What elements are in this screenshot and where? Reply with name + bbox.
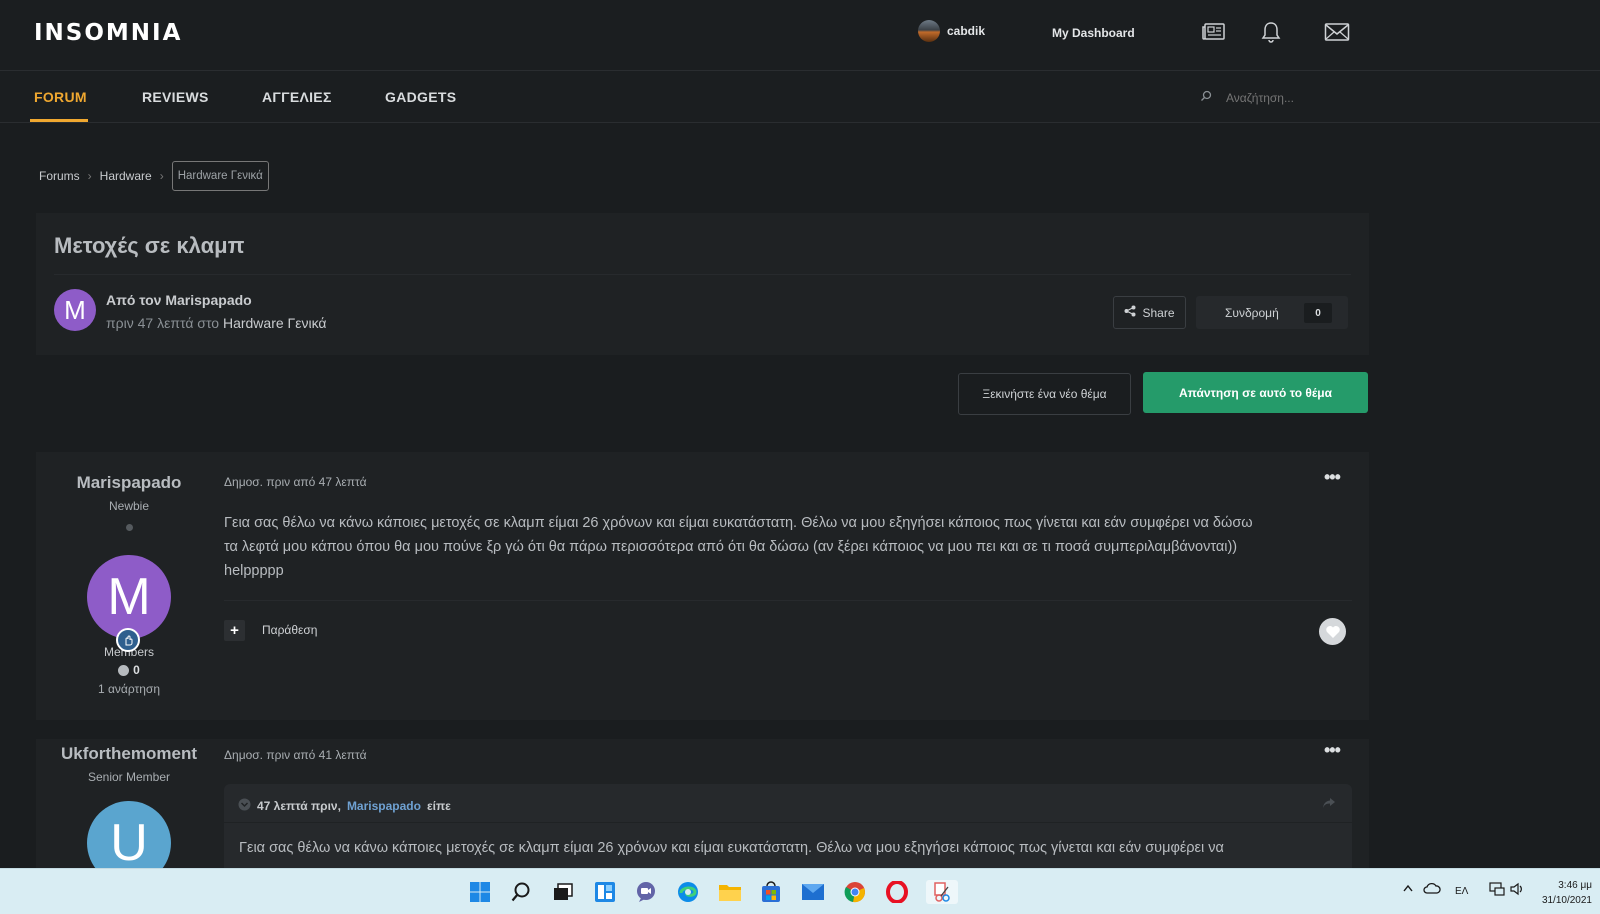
topic-forum-link[interactable]: Hardware Γενικά	[223, 315, 327, 331]
search-icon	[1200, 89, 1212, 107]
breadcrumb: Forums › Hardware › Hardware Γενικά	[39, 161, 269, 191]
edge-icon[interactable]	[676, 880, 700, 904]
multiquote-plus-icon[interactable]: +	[224, 620, 245, 641]
quote-author[interactable]: Marispapado	[347, 799, 421, 813]
store-icon[interactable]	[759, 880, 783, 904]
clock[interactable]: 3:46 μμ 31/10/2021	[1540, 878, 1592, 908]
reputation-icon	[118, 664, 130, 676]
avatar-initial: M	[107, 568, 151, 626]
breadcrumb-forums[interactable]: Forums	[39, 169, 80, 183]
topic-header: Μετοχές σε κλαμπ M Από τον Marispapado π…	[36, 213, 1369, 355]
topic-author[interactable]: Από τον Marispapado	[106, 292, 252, 308]
offline-status-dot	[125, 524, 133, 531]
main-nav: FORUM REVIEWS ΑΓΓΕΛΙΕΣ GADGETS	[0, 71, 1600, 123]
post-text-line: Γεια σας θέλω να κάνω κάποιες μετοχές σε…	[224, 515, 1253, 531]
poster-rank: Newbie	[108, 499, 150, 513]
chevron-right-icon: ›	[87, 169, 92, 183]
user-name: cabdik	[947, 24, 986, 38]
network-icon[interactable]	[1489, 882, 1505, 899]
divider	[224, 600, 1352, 601]
divider	[224, 822, 1352, 823]
poster-avatar[interactable]: M	[87, 555, 171, 652]
poster-name[interactable]: Ukforthemoment	[36, 744, 222, 764]
reputation-value: 0	[133, 663, 140, 677]
chevron-up-icon[interactable]	[1402, 883, 1414, 896]
chrome-icon[interactable]	[843, 880, 867, 904]
share-button[interactable]: Share	[1113, 296, 1186, 329]
top-header: INSOMNIA cabdik My Dashboard	[0, 0, 1600, 71]
poster-reputation: 0	[36, 663, 222, 677]
start-topic-button[interactable]: Ξεκινήστε ένα νέο θέμα	[958, 373, 1131, 415]
quote-collapse-icon[interactable]	[238, 798, 251, 814]
post-date[interactable]: Δημοσ. πριν από 41 λεπτά	[224, 748, 367, 762]
author-avatar[interactable]: M	[54, 289, 96, 331]
language-indicator[interactable]: ΕΛ	[1455, 886, 1468, 897]
topic-meta: πριν 47 λεπτά στο Hardware Γενικά	[106, 315, 327, 331]
nav-gadgets[interactable]: GADGETS	[385, 89, 456, 105]
breadcrumb-current[interactable]: Hardware Γενικά	[171, 161, 269, 191]
follow-label: Συνδρομή	[1225, 306, 1279, 320]
nav-aggelies[interactable]: ΑΓΓΕΛΙΕΣ	[262, 89, 332, 105]
poster-name[interactable]: Marispapado	[36, 473, 222, 493]
mail-icon[interactable]	[1323, 18, 1351, 46]
quote-text: Γεια σας θέλω να κάνω κάποιες μετοχές σε…	[239, 840, 1224, 856]
chevron-right-icon: ›	[159, 169, 164, 183]
follow-count: 0	[1304, 303, 1332, 323]
follow-button[interactable]: Συνδρομή 0	[1196, 296, 1348, 329]
poster-post-count: 1 ανάρτηση	[97, 682, 161, 696]
site-logo[interactable]: INSOMNIA	[34, 20, 182, 46]
opera-icon[interactable]	[885, 880, 909, 904]
reply-button[interactable]: Απάντηση σε αυτό το θέμα	[1143, 372, 1368, 413]
post-author-panel: Ukforthemoment Senior Member U	[36, 739, 222, 885]
windows-taskbar: ΕΛ 3:46 μμ 31/10/2021	[0, 868, 1600, 914]
clock-time: 3:46 μμ	[1558, 880, 1592, 891]
teams-chat-icon[interactable]	[634, 880, 658, 904]
share-arrow-icon[interactable]	[1322, 796, 1336, 814]
file-explorer-icon[interactable]	[718, 880, 742, 904]
news-icon[interactable]	[1200, 18, 1228, 46]
nav-active-indicator	[30, 119, 88, 122]
search-icon[interactable]	[509, 880, 533, 904]
post-content: Γεια σας θέλω να κάνω κάποιες μετοχές σε…	[224, 511, 1344, 583]
more-options-icon[interactable]: •••	[1324, 467, 1341, 488]
quote-header: 47 λεπτά πριν, Marispapado είπε	[238, 798, 451, 814]
share-icon	[1124, 305, 1136, 320]
quote-said: είπε	[426, 799, 451, 813]
clock-date: 31/10/2021	[1541, 895, 1592, 906]
post-text-line: helppppp	[224, 563, 284, 579]
quote-button[interactable]: Παράθεση	[262, 623, 317, 637]
user-menu[interactable]: cabdik	[918, 20, 985, 42]
post-date[interactable]: Δημοσ. πριν από 47 λεπτά	[224, 475, 367, 489]
onedrive-icon[interactable]	[1423, 882, 1441, 897]
user-avatar	[918, 20, 940, 42]
divider	[54, 274, 1351, 275]
search-input[interactable]	[1226, 91, 1426, 105]
topic-time: πριν 47 λεπτά στο	[106, 315, 220, 331]
post-author-panel: Marispapado Newbie M Members 0 1 ανάρτησ…	[36, 452, 222, 696]
volume-icon[interactable]	[1509, 882, 1525, 899]
like-heart-icon[interactable]	[1319, 618, 1346, 645]
rank-badge-icon	[116, 628, 140, 652]
windows-start-icon[interactable]	[468, 880, 492, 904]
search-box	[1200, 89, 1426, 107]
post: Marispapado Newbie M Members 0 1 ανάρτησ…	[36, 452, 1369, 720]
more-options-icon[interactable]: •••	[1324, 740, 1341, 761]
nav-forum[interactable]: FORUM	[34, 89, 87, 105]
post-text-line: τα λεφτά μου κάπου όπου θα μου πούνε ξρ …	[224, 539, 1238, 555]
avatar-initial: U	[110, 814, 148, 872]
poster-rank: Senior Member	[87, 770, 171, 784]
share-label: Share	[1142, 305, 1175, 320]
nav-reviews[interactable]: REVIEWS	[142, 89, 209, 105]
mail-app-icon[interactable]	[801, 880, 825, 904]
snipping-tool-icon[interactable]	[926, 880, 958, 904]
widgets-icon[interactable]	[593, 880, 617, 904]
breadcrumb-hardware[interactable]: Hardware	[100, 169, 152, 183]
quote-time: 47 λεπτά πριν,	[257, 799, 341, 813]
task-view-icon[interactable]	[551, 880, 575, 904]
bell-icon[interactable]	[1257, 18, 1285, 46]
dashboard-link[interactable]: My Dashboard	[1052, 26, 1135, 40]
page-title: Μετοχές σε κλαμπ	[54, 233, 245, 258]
